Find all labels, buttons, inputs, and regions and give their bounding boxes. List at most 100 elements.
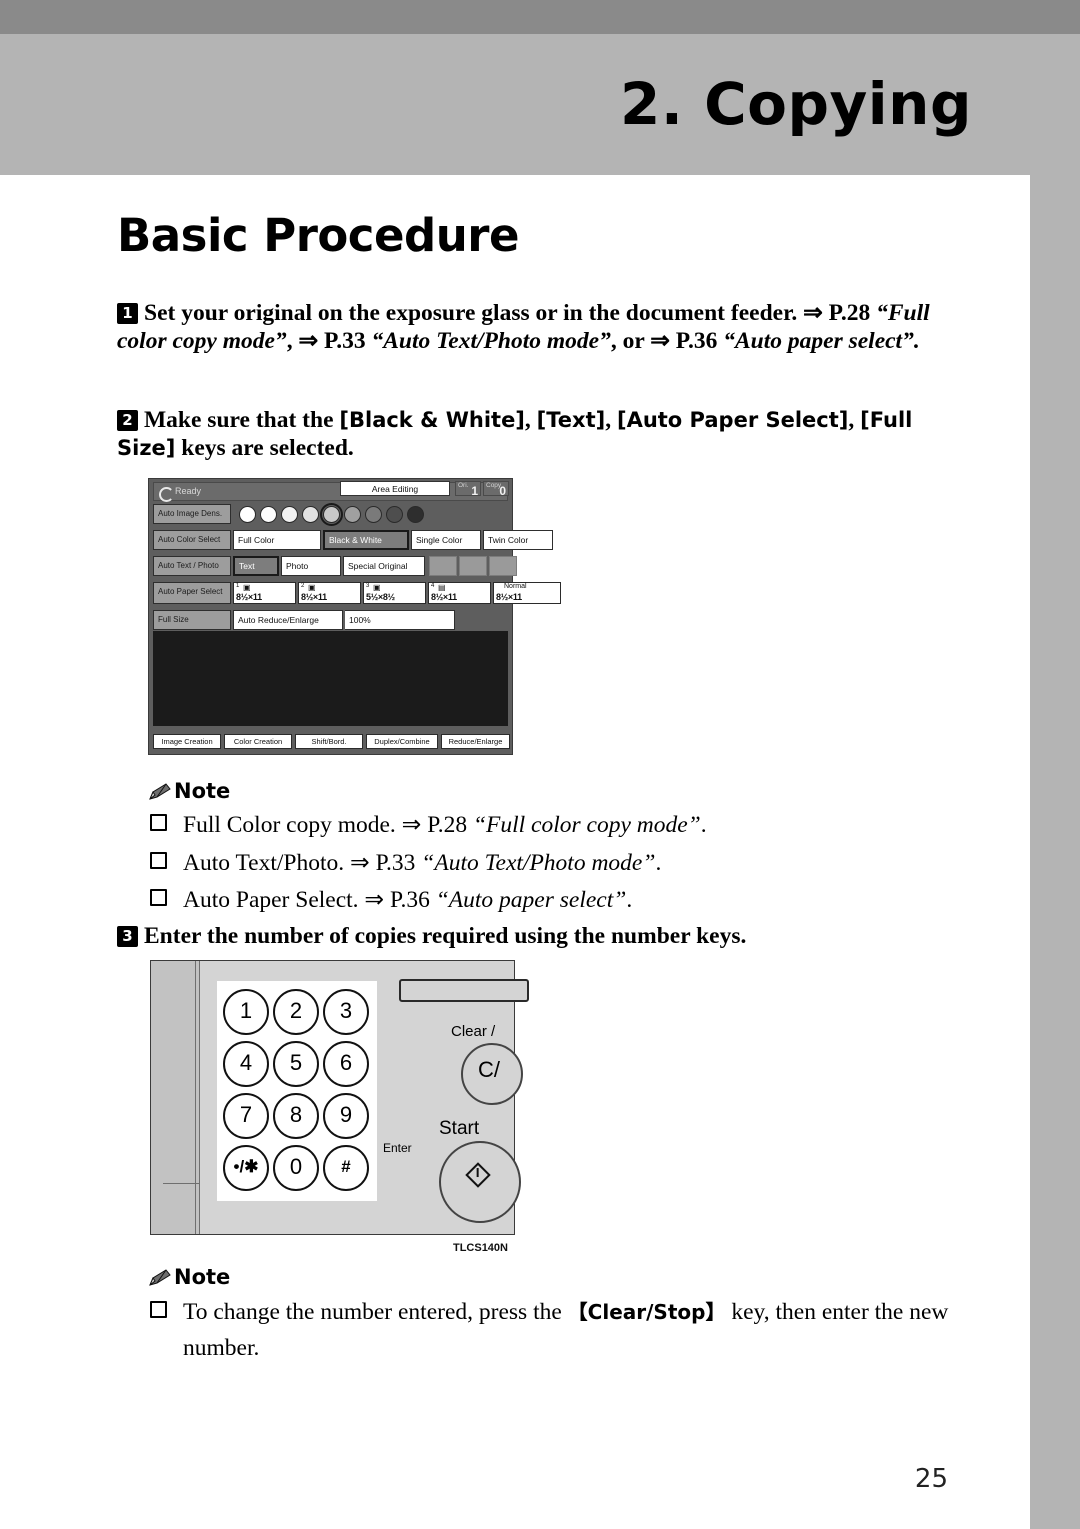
- density-step-9[interactable]: [407, 506, 424, 523]
- key-3[interactable]: 3: [323, 989, 369, 1035]
- twin-color-button[interactable]: Twin Color: [483, 530, 553, 550]
- manual-page: 2. Copying Basic Procedure 1 Set your ori…: [0, 0, 1080, 1529]
- step-1-ref-b: “Auto Text/Photo mode”: [371, 327, 611, 354]
- density-step-3[interactable]: [281, 506, 298, 523]
- note-item-tail: .: [626, 887, 633, 914]
- step-1-end: , or ⇒ P.36: [610, 327, 724, 354]
- black-and-white-button[interactable]: Black & White: [323, 530, 409, 550]
- paper-tray-bypass-size: 8½×11: [496, 592, 522, 602]
- page-title: Basic Procedure: [117, 209, 519, 262]
- special-original-button[interactable]: Special Original: [343, 556, 425, 576]
- top-dark-bar: [0, 0, 1080, 34]
- paper-tray-1-number: 1: [236, 583, 240, 589]
- key-asterisk[interactable]: •/✱: [223, 1145, 269, 1191]
- text-button[interactable]: Text: [233, 556, 279, 576]
- original-counter-value: 1: [471, 484, 478, 498]
- key-6[interactable]: 6: [323, 1041, 369, 1087]
- lcd-function-tabs: Image Creation Color Creation Shift/Bord…: [153, 734, 510, 749]
- note-item: To change the number entered, press the …: [150, 1295, 980, 1366]
- tab-reduce-enlarge[interactable]: Reduce/Enlarge: [441, 734, 510, 749]
- original-counter: Ori. 1: [455, 481, 481, 498]
- note-item: Auto Paper Select. ⇒ P.36 “Auto paper se…: [150, 883, 980, 919]
- paper-tray-bypass[interactable]: Normal 8½×11: [493, 582, 561, 604]
- step-3-number: 3: [117, 926, 138, 947]
- note-heading-2: Note: [148, 1265, 230, 1292]
- key-7[interactable]: 7: [223, 1093, 269, 1139]
- auto-reduce-enlarge-button[interactable]: Auto Reduce/Enlarge: [233, 610, 343, 630]
- paper-tray-4[interactable]: 4 ▤ 8½×11: [428, 582, 491, 604]
- full-size-key[interactable]: Full Size: [153, 610, 231, 630]
- bullet-icon: [150, 1301, 167, 1318]
- density-step-4[interactable]: [302, 506, 319, 523]
- bullet-icon: [150, 889, 167, 907]
- paper-tray-4-number: 4: [431, 583, 435, 589]
- paper-tray-3[interactable]: 3 ▣ 5½×8½: [363, 582, 426, 604]
- auto-text-photo-key[interactable]: Auto Text / Photo: [153, 556, 231, 576]
- step-2-key-black-white: [Black & White]: [339, 408, 525, 432]
- row-original-type: Auto Text / Photo Text Photo Special Ori…: [153, 556, 517, 580]
- density-step-5-selected[interactable]: [320, 503, 343, 526]
- density-step-2[interactable]: [260, 506, 277, 523]
- step-2-key-auto-paper-select: [Auto Paper Select]: [616, 408, 849, 432]
- full-color-button[interactable]: Full Color: [233, 530, 321, 550]
- step-1-ref-c: “Auto paper select”.: [723, 327, 920, 354]
- figure-caption: TLCS140N: [452, 1242, 508, 1254]
- key-hash[interactable]: #: [323, 1145, 369, 1191]
- keypad-left-panel: [151, 961, 200, 1234]
- density-step-1[interactable]: [239, 506, 256, 523]
- auto-paper-select-key[interactable]: Auto Paper Select: [153, 582, 231, 604]
- chapter-header-band: 2. Copying: [0, 34, 1080, 175]
- row-paper-select: Auto Paper Select 1 ▣ 8½×11 2 ▣ 8½×11 3 …: [153, 582, 561, 608]
- note-item-ref: “Auto Text/Photo mode”: [421, 849, 656, 876]
- note-list-2: To change the number entered, press the …: [150, 1295, 980, 1368]
- key-1[interactable]: 1: [223, 989, 269, 1035]
- step-2-key-text: [Text]: [536, 408, 606, 432]
- row-image-density: Auto Image Dens.: [153, 503, 508, 528]
- tab-shift-border[interactable]: Shift/Bord.: [295, 734, 363, 749]
- original-type-icon-1[interactable]: [429, 556, 457, 576]
- note-item: Auto Text/Photo. ⇒ P.33 “Auto Text/Photo…: [150, 846, 980, 882]
- paper-tray-1[interactable]: 1 ▣ 8½×11: [233, 582, 296, 604]
- clear-stop-key-reference: 【Clear/Stop】: [567, 1300, 726, 1324]
- step-1-mid: , ⇒ P.33: [286, 327, 372, 354]
- original-type-icon-2[interactable]: [459, 556, 487, 576]
- key-4[interactable]: 4: [223, 1041, 269, 1087]
- tab-color-creation[interactable]: Color Creation: [224, 734, 292, 749]
- step-1-line1: Set your original on the exposure glass …: [144, 300, 871, 326]
- note-item-text: Auto Paper Select. ⇒ P.36: [183, 887, 436, 914]
- key-8[interactable]: 8: [273, 1093, 319, 1139]
- start-label: Start: [439, 1118, 480, 1139]
- paper-tray-2[interactable]: 2 ▣ 8½×11: [298, 582, 361, 604]
- key-2[interactable]: 2: [273, 989, 319, 1035]
- tab-image-creation[interactable]: Image Creation: [153, 734, 221, 749]
- paper-tray-bypass-note: Normal: [504, 583, 527, 590]
- density-step-7[interactable]: [365, 506, 382, 523]
- number-keypad-illustration: 1 2 3 4 5 6 7 8 9 •/✱ 0 # Clear / C/ Sta…: [150, 960, 529, 1254]
- tray-icon-4: ▤: [438, 583, 446, 592]
- original-type-icon-3[interactable]: [489, 556, 517, 576]
- auto-image-density-key[interactable]: Auto Image Dens.: [153, 504, 231, 524]
- density-step-6[interactable]: [344, 506, 361, 523]
- note-item-tail: .: [655, 849, 662, 876]
- ratio-value-display[interactable]: 100%: [345, 610, 455, 630]
- step-3: 3 Enter the number of copies required usi…: [117, 923, 972, 951]
- key-5[interactable]: 5: [273, 1041, 319, 1087]
- note-item-text: Full Color copy mode. ⇒ P.28: [183, 812, 473, 838]
- step-2-post: keys are selected.: [175, 434, 354, 461]
- auto-color-select-key[interactable]: Auto Color Select: [153, 530, 231, 550]
- step-2-sep2: ,: [605, 407, 617, 433]
- note-item-text: To change the number entered, press the: [183, 1299, 568, 1325]
- step-2: 2 Make sure that the [Black & White], [Te…: [117, 407, 972, 462]
- step-1: 1 Set your original on the exposure glass…: [117, 300, 972, 355]
- area-editing-button[interactable]: Area Editing: [340, 481, 450, 496]
- key-0[interactable]: 0: [273, 1145, 319, 1191]
- photo-button[interactable]: Photo: [281, 556, 341, 576]
- step-2-sep3: ,: [848, 407, 861, 433]
- note-item-text: Auto Text/Photo. ⇒ P.33: [183, 849, 422, 876]
- single-color-button[interactable]: Single Color: [411, 530, 481, 550]
- density-step-8[interactable]: [386, 506, 403, 523]
- tab-duplex-combine[interactable]: Duplex/Combine: [366, 734, 438, 749]
- key-9[interactable]: 9: [323, 1093, 369, 1139]
- note-heading-2-text: Note: [174, 1265, 231, 1289]
- bullet-icon: [150, 814, 167, 831]
